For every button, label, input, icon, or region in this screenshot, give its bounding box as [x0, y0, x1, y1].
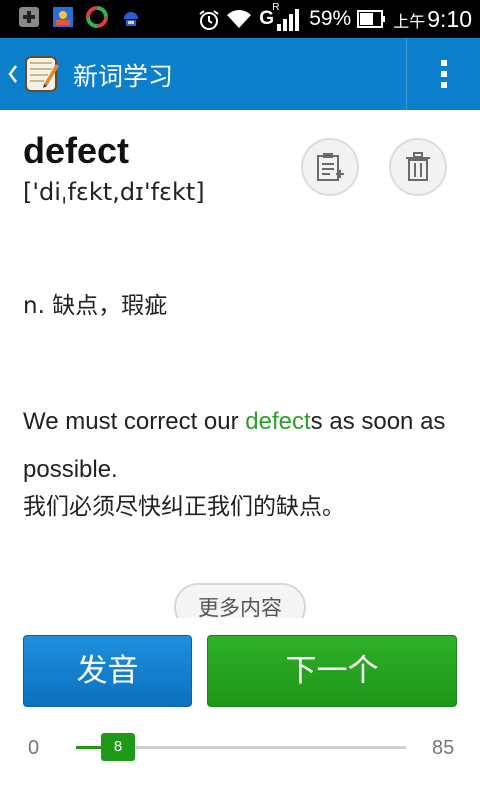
progress-thumb[interactable]: 8: [101, 733, 136, 761]
notification-icons: [18, 6, 142, 28]
pronounce-button[interactable]: 发音: [23, 635, 192, 707]
add-to-notebook-button[interactable]: [301, 138, 359, 196]
battery-percent: 59%: [309, 7, 352, 30]
time-prefix: 上午: [393, 13, 426, 31]
android-debug-icon: [120, 6, 142, 28]
time-value: 9:10: [427, 5, 472, 32]
clock: 上午9:10: [393, 6, 472, 33]
example-sentence: We must correct our defects as soon as p…: [23, 398, 463, 494]
progress-min: 0: [28, 737, 40, 759]
signal-icon: G R: [259, 2, 303, 34]
delete-word-button[interactable]: [389, 138, 447, 196]
battery-icon: [357, 8, 387, 30]
add-to-notebook-icon: [317, 153, 344, 181]
back-button[interactable]: [6, 54, 66, 94]
overflow-menu-icon[interactable]: [407, 38, 480, 110]
progress-slider[interactable]: 8: [76, 733, 406, 761]
trash-icon: [406, 152, 430, 181]
action-bar: 新词学习: [0, 38, 480, 110]
example-highlight: defect: [245, 408, 311, 435]
definition: n. 缺点，瑕疵: [23, 293, 168, 319]
page-title: 新词学习: [73, 62, 174, 91]
photo-app-icon: [52, 6, 74, 28]
phonetic: ['diˌfɛkt,dɪ'fɛkt]: [23, 178, 205, 206]
status-bar: G R 59% 上午9:10: [0, 0, 480, 38]
add-box-icon: [18, 6, 40, 28]
progress-max: 85: [432, 737, 455, 759]
content-clip: [0, 618, 480, 636]
wifi-icon: [225, 8, 253, 30]
back-chevron-icon: [8, 65, 17, 83]
wordbook-app-icon: [25, 56, 59, 92]
next-word-button[interactable]: 下一个: [207, 635, 457, 707]
alarm-icon: [197, 8, 219, 30]
example-text-pre: We must correct our: [23, 408, 246, 435]
sync-app-icon: [86, 6, 108, 28]
example-translation: 我们必须尽快纠正我们的缺点。: [23, 494, 345, 520]
system-indicators: G R 59% 上午9:10: [197, 0, 472, 38]
headword: defect: [23, 130, 130, 171]
